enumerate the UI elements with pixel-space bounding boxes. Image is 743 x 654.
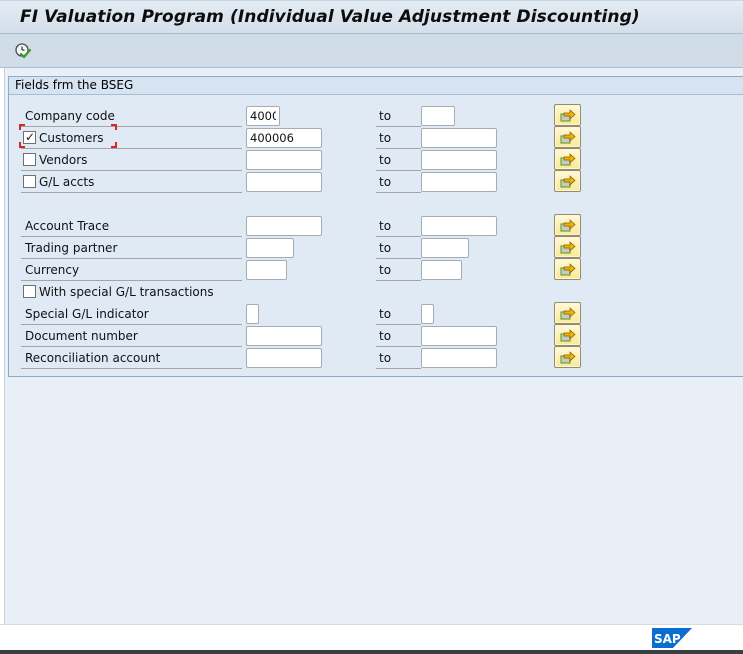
group-title: Fields frm the BSEG bbox=[15, 78, 134, 92]
special-gl-indicator-multiple-selection-button[interactable] bbox=[554, 302, 581, 324]
to-label: to bbox=[379, 109, 392, 123]
document-number-to-input[interactable] bbox=[421, 326, 497, 346]
vendors-to-input[interactable] bbox=[421, 150, 497, 170]
company-code-multiple-selection-button[interactable] bbox=[554, 104, 581, 126]
row-document-number: Document number to bbox=[9, 324, 743, 348]
multiple-selection-arrow-icon bbox=[560, 131, 576, 144]
check-icon: ✓ bbox=[25, 130, 36, 144]
reconciliation-account-from-input[interactable] bbox=[246, 348, 322, 368]
label-customers: Customers bbox=[39, 131, 104, 145]
currency-to-input[interactable] bbox=[421, 260, 462, 280]
group-box-bseg-fields: Fields frm the BSEG Company code to bbox=[8, 76, 743, 377]
sap-logo-text: SAP bbox=[654, 632, 681, 646]
document-number-from-input[interactable] bbox=[246, 326, 322, 346]
row-special-gl-indicator: Special G/L indicator to bbox=[9, 302, 743, 326]
to-label: to bbox=[379, 263, 392, 277]
document-number-multiple-selection-button[interactable] bbox=[554, 324, 581, 346]
to-label: to bbox=[379, 241, 392, 255]
row-trading-partner: Trading partner to bbox=[9, 236, 743, 260]
multiple-selection-arrow-icon bbox=[560, 241, 576, 254]
title-bar: FI Valuation Program (Individual Value A… bbox=[0, 0, 743, 34]
customers-multiple-selection-button[interactable] bbox=[554, 126, 581, 148]
reconciliation-account-multiple-selection-button[interactable] bbox=[554, 346, 581, 368]
currency-from-input[interactable] bbox=[246, 260, 287, 280]
multiple-selection-arrow-icon bbox=[560, 219, 576, 232]
currency-multiple-selection-button[interactable] bbox=[554, 258, 581, 280]
page-title: FI Valuation Program (Individual Value A… bbox=[20, 7, 640, 27]
special-gl-transactions-checkbox[interactable] bbox=[23, 285, 36, 298]
to-label: to bbox=[379, 351, 392, 365]
multiple-selection-arrow-icon bbox=[560, 175, 576, 188]
company-code-from-input[interactable] bbox=[246, 106, 280, 126]
multiple-selection-arrow-icon bbox=[560, 351, 576, 364]
account-trace-to-input[interactable] bbox=[421, 216, 497, 236]
execute-button[interactable] bbox=[14, 42, 32, 60]
vendors-checkbox[interactable] bbox=[23, 153, 36, 166]
company-code-to-input[interactable] bbox=[421, 106, 455, 126]
multiple-selection-arrow-icon bbox=[560, 263, 576, 276]
multiple-selection-arrow-icon bbox=[560, 329, 576, 342]
to-label: to bbox=[379, 219, 392, 233]
customers-checkbox[interactable]: ✓ bbox=[23, 130, 36, 144]
row-special-gl-transactions: With special G/L transactions bbox=[9, 282, 743, 304]
row-currency: Currency to bbox=[9, 258, 743, 282]
group-header: Fields frm the BSEG bbox=[9, 77, 743, 95]
to-label: to bbox=[379, 329, 392, 343]
gl-accounts-to-input[interactable] bbox=[421, 172, 497, 192]
gl-accounts-from-input[interactable] bbox=[246, 172, 322, 192]
special-gl-indicator-to-input[interactable] bbox=[421, 304, 434, 324]
row-company-code: Company code to bbox=[9, 104, 743, 128]
account-trace-multiple-selection-button[interactable] bbox=[554, 214, 581, 236]
label-document-number: Document number bbox=[25, 329, 138, 343]
label-account-trace: Account Trace bbox=[25, 219, 110, 233]
label-reconciliation-account: Reconciliation account bbox=[25, 351, 161, 365]
special-gl-indicator-from-input[interactable] bbox=[246, 304, 259, 324]
row-reconciliation-account: Reconciliation account to bbox=[9, 346, 743, 370]
label-company-code: Company code bbox=[25, 109, 115, 123]
label-trading-partner: Trading partner bbox=[25, 241, 118, 255]
trading-partner-to-input[interactable] bbox=[421, 238, 469, 258]
to-label: to bbox=[379, 307, 392, 321]
reconciliation-account-to-input[interactable] bbox=[421, 348, 497, 368]
application-toolbar bbox=[0, 34, 743, 68]
gl-accounts-checkbox[interactable] bbox=[23, 175, 36, 188]
selection-screen: Fields frm the BSEG Company code to bbox=[4, 68, 743, 624]
gl-accounts-multiple-selection-button[interactable] bbox=[554, 170, 581, 192]
to-label: to bbox=[379, 175, 392, 189]
row-account-trace: Account Trace to bbox=[9, 214, 743, 238]
trading-partner-from-input[interactable] bbox=[246, 238, 294, 258]
label-vendors: Vendors bbox=[39, 153, 88, 167]
row-customers: ✓ Customers to bbox=[9, 124, 743, 150]
vendors-from-input[interactable] bbox=[246, 150, 322, 170]
label-special-gl-indicator: Special G/L indicator bbox=[25, 307, 149, 321]
label-currency: Currency bbox=[25, 263, 80, 277]
multiple-selection-arrow-icon bbox=[560, 109, 576, 122]
sap-logo: SAP bbox=[652, 628, 692, 648]
label-gl-accounts: G/L accts bbox=[39, 175, 95, 189]
multiple-selection-arrow-icon bbox=[560, 307, 576, 320]
multiple-selection-arrow-icon bbox=[560, 153, 576, 166]
to-label: to bbox=[379, 153, 392, 167]
to-label: to bbox=[379, 131, 392, 145]
account-trace-from-input[interactable] bbox=[246, 216, 322, 236]
row-gl-accounts: G/L accts to bbox=[9, 170, 743, 194]
row-vendors: Vendors to bbox=[9, 148, 743, 172]
customers-to-input[interactable] bbox=[421, 128, 497, 148]
customers-from-input[interactable] bbox=[246, 128, 322, 148]
label-special-gl-transactions: With special G/L transactions bbox=[39, 285, 214, 299]
clock-check-icon bbox=[15, 43, 32, 59]
trading-partner-multiple-selection-button[interactable] bbox=[554, 236, 581, 258]
vendors-multiple-selection-button[interactable] bbox=[554, 148, 581, 170]
